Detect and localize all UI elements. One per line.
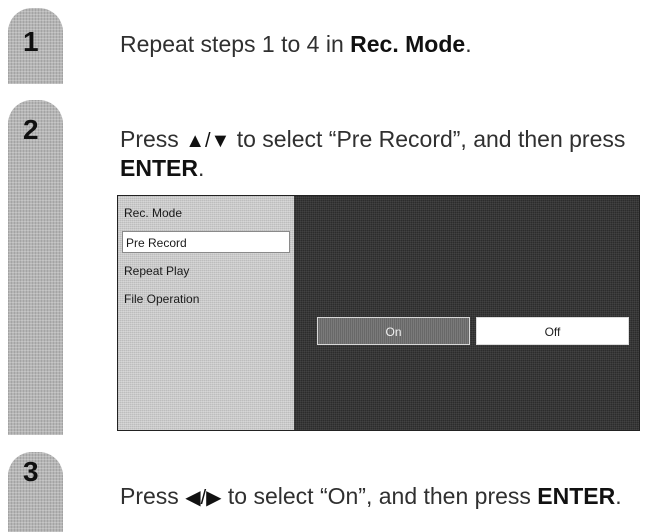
menu-item-rec-mode[interactable]: Rec. Mode: [124, 202, 182, 224]
menu-item-file-operation[interactable]: File Operation: [124, 288, 199, 310]
step-2-text: Press ▲/▼ to select “Pre Record”, and th…: [120, 126, 626, 181]
option-off-button[interactable]: Off: [476, 317, 629, 345]
menu-screen: Rec. Mode Pre Record Repeat Play File Op…: [117, 195, 640, 431]
step-3-text: Press ◀/▶ to select “On”, and then press…: [120, 483, 622, 509]
step-1-number: 1: [23, 26, 39, 57]
step-2-tab: [8, 100, 63, 435]
menu-item-repeat-play[interactable]: Repeat Play: [124, 260, 189, 282]
option-on-button[interactable]: On: [317, 317, 470, 345]
step-3-number: 3: [23, 456, 39, 487]
step-2-number: 2: [23, 114, 39, 145]
step-1-text: Repeat steps 1 to 4 in Rec. Mode.: [120, 31, 472, 57]
left-right-arrows-icon: ◀/▶: [185, 487, 222, 509]
settings-menu: Rec. Mode Pre Record Repeat Play File Op…: [118, 196, 294, 430]
menu-item-pre-record[interactable]: Pre Record: [122, 231, 290, 253]
up-down-arrows-icon: ▲/▼: [185, 130, 231, 152]
